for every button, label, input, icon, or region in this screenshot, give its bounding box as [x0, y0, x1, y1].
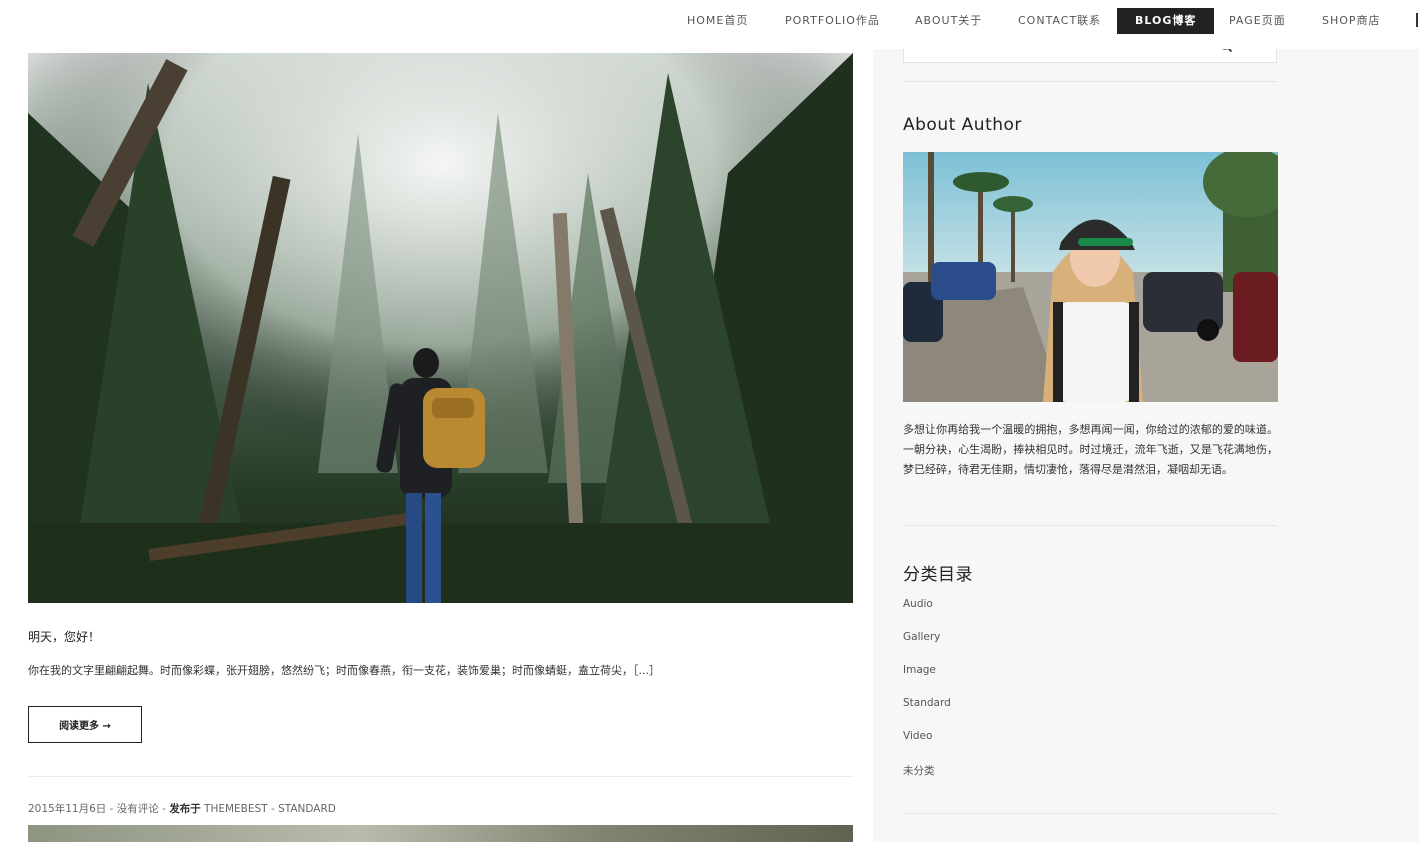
sidebar-divider [903, 525, 1277, 526]
category-link-uncategorized[interactable]: 未分类 [903, 763, 935, 778]
category-link-audio[interactable]: Audio [903, 598, 933, 610]
post-excerpt: 你在我的文字里翩翩起舞。时而像彩蝶，张开翅膀，悠然纷飞；时而像春燕，衔一支花，装… [28, 664, 660, 677]
post-title[interactable]: 明天，您好！ [28, 628, 100, 645]
about-author-title: About Author [903, 115, 1022, 135]
read-more-button[interactable]: 阅读更多 → [28, 706, 142, 743]
author-photo [903, 152, 1278, 402]
nav-item-home[interactable]: HOME首页 [687, 8, 748, 34]
next-post-meta: 2015年11月6日 - 没有评论 - 发布于 THEMEBEST - STAN… [28, 801, 336, 816]
categories-title: 分类目录 [903, 565, 973, 585]
post-featured-image[interactable] [28, 53, 853, 603]
author-portrait-illustration [903, 152, 1278, 402]
nav-item-page[interactable]: PAGE页面 [1229, 8, 1286, 34]
sidebar-divider [903, 813, 1277, 814]
meta-separator: - [106, 803, 117, 815]
nav-item-about[interactable]: ABOUT关于 [915, 8, 982, 34]
nav-item-blog[interactable]: BLOG博客 [1117, 8, 1215, 34]
post-date[interactable]: 2015年11月6日 [28, 803, 106, 815]
top-navigation: HOME首页 PORTFOLIO作品 ABOUT关于 CONTACT联系 BLO… [0, 0, 1419, 49]
meta-separator: - [158, 803, 170, 815]
post-category-link[interactable]: STANDARD [278, 803, 336, 815]
sidebar-divider [903, 81, 1277, 82]
post-divider [28, 776, 853, 777]
next-post-image[interactable] [28, 825, 853, 842]
nav-item-shop[interactable]: SHOP商店 [1322, 8, 1381, 34]
category-link-image[interactable]: Image [903, 664, 936, 676]
post-author-link[interactable]: THEMEBEST [201, 803, 268, 815]
posted-by-label: 发布于 [169, 803, 201, 815]
meta-separator: - [267, 803, 279, 815]
nav-item-portfolio[interactable]: PORTFOLIO作品 [785, 8, 880, 34]
author-bio: 多想让你再给我一个温暖的拥抱，多想再闻一闻，你给过的浓郁的爱的味道。一朝分袂，心… [903, 423, 1278, 476]
category-link-standard[interactable]: Standard [903, 697, 951, 709]
post-comments-link[interactable]: 没有评论 [117, 803, 159, 815]
forest-hiker-illustration [28, 53, 853, 603]
category-link-gallery[interactable]: Gallery [903, 631, 940, 643]
category-link-video[interactable]: Video [903, 730, 932, 742]
nav-item-contact[interactable]: CONTACT联系 [1018, 8, 1101, 34]
nav-overflow-edge [1416, 13, 1418, 27]
